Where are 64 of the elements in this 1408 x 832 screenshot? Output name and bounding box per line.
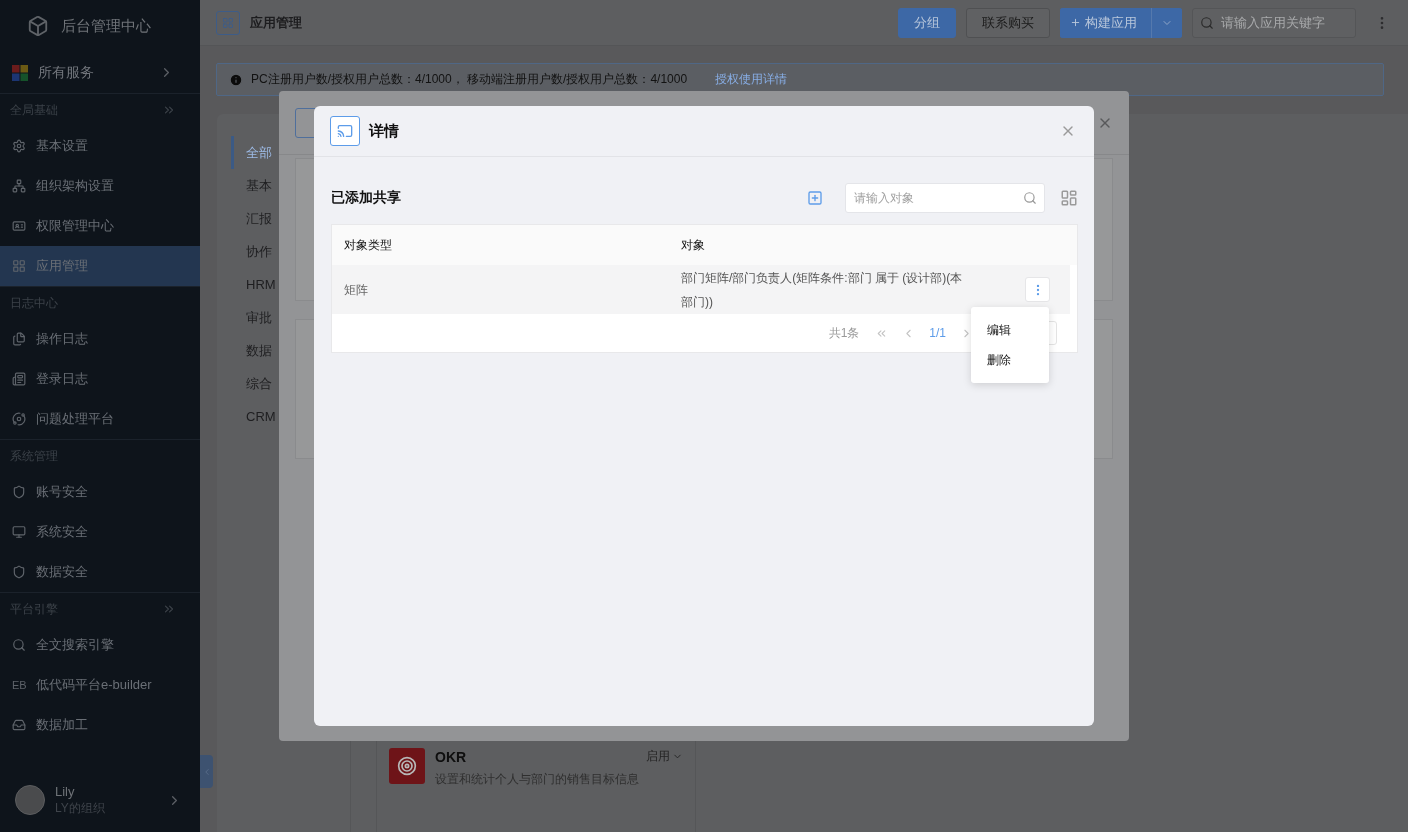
sidebar-item[interactable]: 账号安全 — [0, 472, 200, 512]
network-icon — [12, 179, 26, 193]
double-chevron-icon[interactable] — [162, 103, 176, 117]
page-indicator: 1/1 — [929, 326, 946, 340]
plus-icon — [1070, 17, 1081, 28]
sidebar-item[interactable]: 问题处理平台 — [0, 399, 200, 439]
page-title: 应用管理 — [250, 13, 303, 32]
id-card-icon — [12, 219, 26, 233]
sidebar-item[interactable]: 数据安全 — [0, 552, 200, 592]
shield-icon — [12, 485, 26, 499]
header-button[interactable]: 联系购买 — [966, 7, 1050, 38]
gear-icon — [12, 139, 26, 153]
newspaper-icon — [12, 372, 26, 386]
sidebar-item[interactable]: 系统安全 — [0, 512, 200, 552]
search-field[interactable]: 请输入应用关键字 — [1192, 7, 1356, 38]
tray-icon — [12, 718, 26, 732]
section-title: 已添加共享 — [331, 189, 402, 207]
column-header: 对象类型 — [343, 236, 393, 254]
search-icon — [1023, 191, 1037, 205]
sidebar-item[interactable]: 登录日志 — [0, 359, 200, 399]
info-icon — [229, 72, 243, 87]
search-icon — [12, 638, 26, 652]
dialog-title: 详情 — [369, 121, 400, 141]
sidebar-item[interactable]: 全文搜索引擎 — [0, 625, 200, 665]
cube-icon — [27, 15, 49, 37]
shield-icon — [12, 565, 26, 579]
table-row[interactable]: 矩阵 部门矩阵/部门负责人(矩阵条件:部门 属于 (设计部)(本部门)) — [332, 265, 1070, 314]
four-squares-icon — [12, 64, 28, 81]
all-services-item[interactable]: 所有服务 — [0, 52, 200, 94]
build-app-button[interactable]: 构建应用 — [1060, 7, 1152, 38]
target-icon — [389, 748, 425, 784]
sidebar-item[interactable]: 权限管理中心 — [0, 206, 200, 246]
document-icon — [12, 332, 26, 346]
user-name: Lily — [55, 783, 76, 799]
search-icon — [1200, 15, 1214, 30]
app-title: 后台管理中心 — [61, 16, 151, 36]
more-button[interactable] — [1025, 277, 1050, 302]
total-count: 共1条 — [828, 324, 860, 342]
menu-item[interactable]: 编辑 — [971, 315, 1049, 345]
avatar — [15, 785, 45, 815]
add-icon[interactable] — [807, 190, 823, 206]
table-cell-text: 部门矩阵/部门负责人(矩阵条件:部门 属于 (设计部)(本部门)) — [680, 269, 964, 311]
column-header: 对象 — [680, 236, 706, 254]
planet-icon — [12, 412, 26, 426]
sidebar-item[interactable]: 应用管理 — [0, 246, 200, 286]
menu-item[interactable]: 删除 — [971, 345, 1049, 375]
sidebar-item[interactable]: 数据加工 — [0, 705, 200, 745]
sidebar-item[interactable]: EB 低代码平台e-builder — [0, 665, 200, 705]
notice-text: PC注册用户数/授权用户总数：4/1000， 移动端注册用户数/授权用户总数：4/1000 — [251, 71, 688, 88]
sidebar-item[interactable]: 组织架构设置 — [0, 166, 200, 206]
badge-text: EB — [12, 679, 26, 691]
grid-icon — [12, 259, 26, 273]
sidebar-item[interactable]: 基本设置 — [0, 126, 200, 166]
collapse-tab[interactable] — [200, 755, 213, 788]
double-chevron-icon[interactable] — [162, 602, 176, 616]
app-name: OKR — [435, 748, 467, 765]
details-link[interactable]: 授权使用详情 — [715, 71, 788, 88]
grid-icon — [216, 10, 240, 35]
header-button[interactable]: 分组 — [898, 7, 956, 38]
monitor-icon — [12, 525, 26, 539]
table-cell-text: 矩阵 — [343, 281, 369, 299]
layout-icon[interactable] — [1060, 189, 1078, 207]
sidebar-item[interactable]: 操作日志 — [0, 319, 200, 359]
cast-icon — [330, 116, 360, 146]
